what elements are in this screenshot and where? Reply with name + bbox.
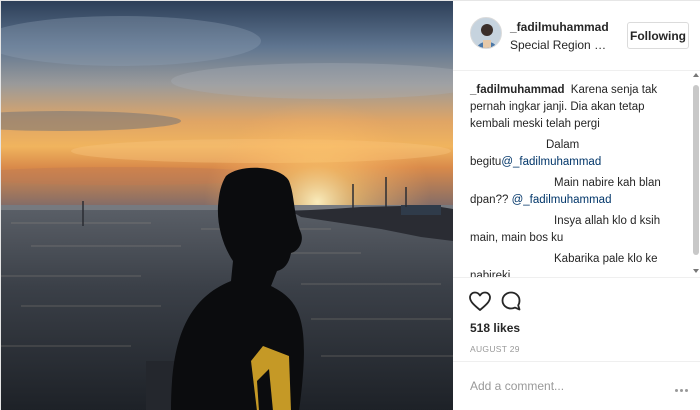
scroll-down-arrow[interactable]: [693, 269, 699, 273]
instagram-post: _fadilmuhammad Special Region of Yogyaka…: [0, 0, 700, 410]
post-header: _fadilmuhammad Special Region of Yogyaka…: [453, 1, 700, 71]
list-item: Dalam begitu@_fadilmuhammad: [470, 137, 687, 171]
post-actions: 518 likes AUGUST 29: [453, 277, 700, 361]
post-date: AUGUST 29: [470, 344, 520, 354]
more-options-icon[interactable]: [675, 379, 691, 393]
sunset-silhouette-image: [1, 1, 453, 410]
list-item: Kabarika pale klo ke nabireki: [470, 251, 687, 277]
post-photo[interactable]: [1, 1, 453, 410]
mention-link[interactable]: @_fadilmuhammad: [512, 194, 612, 206]
comment-text: dpan??: [470, 194, 512, 206]
location[interactable]: Special Region of Yogyakarta: [510, 38, 610, 52]
comment-text: nabireki: [470, 270, 511, 277]
caption: _fadilmuhammad Karena senja tak pernah i…: [470, 82, 687, 133]
comment-text: main, main bos ku: [470, 232, 564, 244]
likes-count[interactable]: 518 likes: [470, 321, 520, 335]
username[interactable]: _fadilmuhammad: [510, 20, 609, 34]
avatar[interactable]: [470, 17, 502, 49]
comment-text: Insya allah klo d ksih: [554, 215, 661, 227]
heart-icon[interactable]: [468, 289, 492, 313]
comments-section[interactable]: _fadilmuhammad Karena senja tak pernah i…: [453, 72, 700, 277]
comment-text: Kabarika pale klo ke: [554, 253, 658, 265]
speech-bubble-icon[interactable]: [499, 289, 523, 313]
scroll-up-arrow[interactable]: [693, 73, 699, 77]
mention-link[interactable]: @_fadilmuhammad: [501, 156, 601, 168]
add-comment-bar: [453, 361, 700, 410]
comment-username[interactable]: _fadilmuhammad: [470, 84, 565, 96]
scrollbar-thumb[interactable]: [693, 85, 699, 255]
list-item: Insya allah klo d ksih main, main bos ku: [470, 213, 687, 247]
following-button[interactable]: Following: [627, 22, 689, 49]
post-side-panel: _fadilmuhammad Special Region of Yogyaka…: [453, 1, 700, 410]
comment-text: begitu: [470, 156, 502, 168]
list-item: Main nabire kah blan dpan?? @_fadilmuham…: [470, 175, 687, 209]
comment-text: Dalam: [546, 139, 580, 151]
comment-input[interactable]: [470, 375, 660, 397]
comment-text: Main nabire kah blan: [554, 177, 661, 189]
